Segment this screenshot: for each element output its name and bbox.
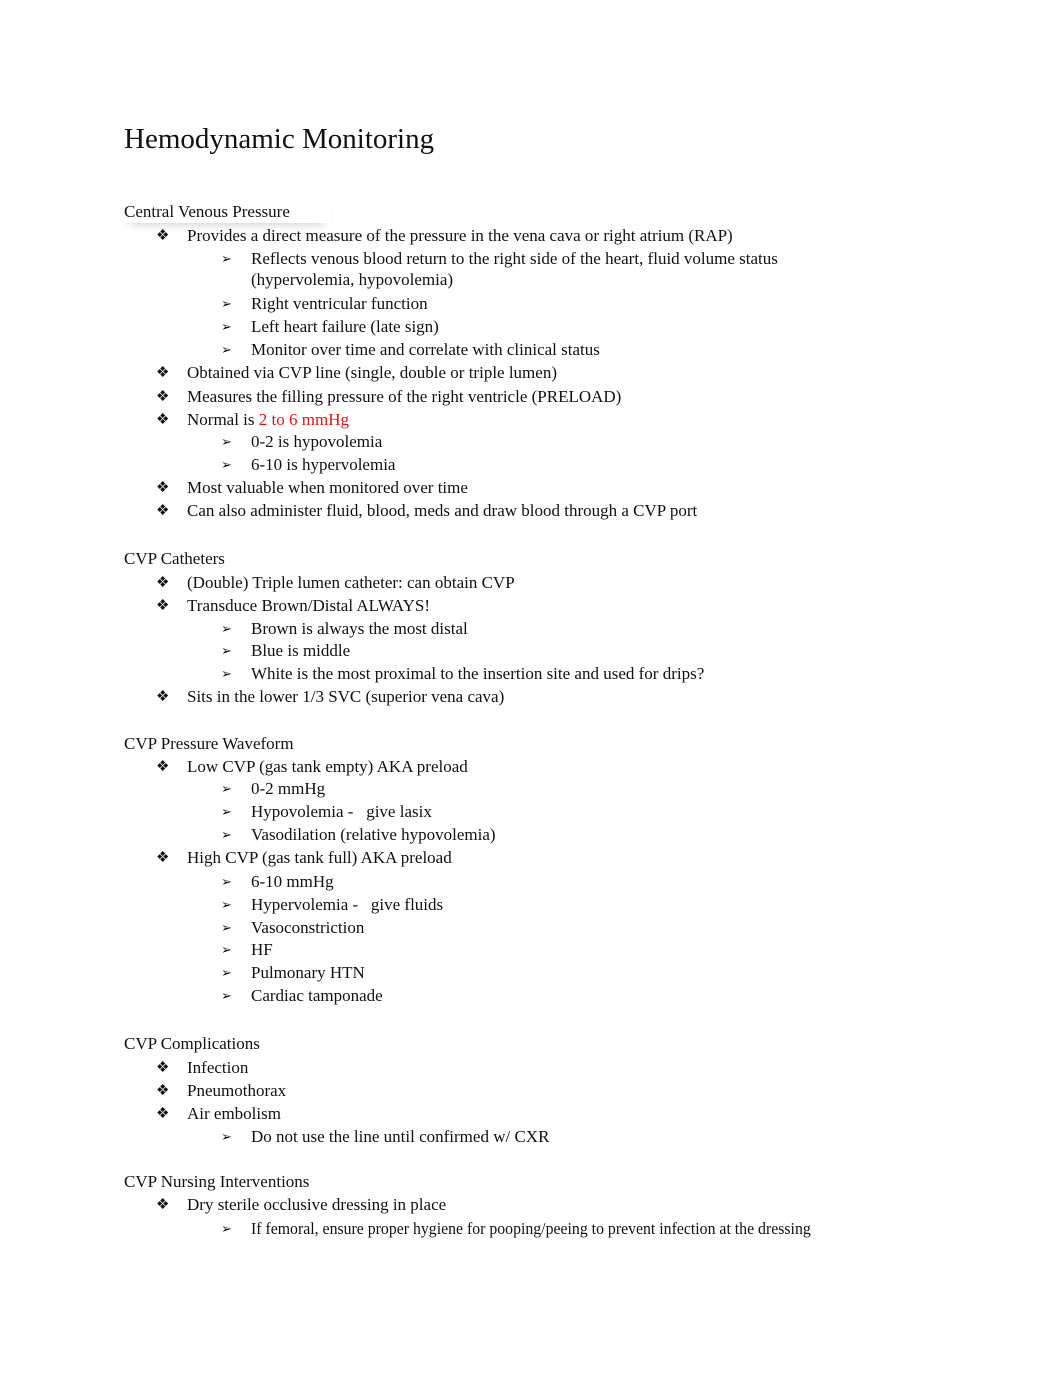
arrow-bullet-icon: ➢ (221, 920, 232, 935)
arrow-bullet-icon: ➢ (221, 897, 232, 912)
list-item: Infection (187, 1058, 249, 1077)
sub-list-item: Left heart failure (late sign) (251, 317, 439, 336)
document-title: Hemodynamic Monitoring (124, 123, 435, 155)
arrow-bullet-icon: ➢ (221, 342, 232, 357)
arrow-bullet-icon: ➢ (221, 251, 232, 266)
sub-list-item: Blue is middle (251, 641, 351, 660)
normal-range-value: 2 to 6 mmHg (258, 410, 349, 429)
sub-list-item: Cardiac tamponade (251, 986, 383, 1005)
diamond-bullet-icon: ❖ (156, 850, 170, 866)
list-item: High CVP (gas tank full) AKA preload (187, 848, 452, 867)
section-heading-catheters: CVP Catheters (124, 549, 225, 568)
sub-list-item: Do not use the line until confirmed w/ C… (251, 1127, 550, 1146)
list-item: Dry sterile occlusive dressing in place (187, 1195, 447, 1214)
arrow-bullet-icon: ➢ (221, 988, 232, 1003)
arrow-bullet-icon: ➢ (221, 621, 232, 636)
sub-list-item: 0-2 mmHg (251, 779, 326, 798)
diamond-bullet-icon: ❖ (156, 503, 170, 519)
sub-list-item: 6-10 mmHg (251, 872, 334, 891)
diamond-bullet-icon: ❖ (156, 575, 170, 591)
arrow-bullet-icon: ➢ (221, 434, 232, 449)
sub-list-item: Pulmonary HTN (251, 963, 365, 982)
list-item: Sits in the lower 1/3 SVC (superior vena… (187, 687, 505, 706)
sub-list-item: HF (251, 940, 273, 959)
diamond-bullet-icon: ❖ (156, 598, 170, 614)
list-item: (Double) Triple lumen catheter: can obta… (187, 573, 515, 592)
arrow-bullet-icon: ➢ (221, 804, 232, 819)
arrow-bullet-icon: ➢ (221, 1221, 232, 1236)
diamond-bullet-icon: ❖ (156, 228, 170, 244)
diamond-bullet-icon: ❖ (156, 389, 170, 405)
arrow-bullet-icon: ➢ (221, 296, 232, 311)
list-item: Transduce Brown/Distal ALWAYS! (187, 596, 431, 615)
diamond-bullet-icon: ❖ (156, 1083, 170, 1099)
list-item: Air embolism (187, 1104, 281, 1123)
diamond-bullet-icon: ❖ (156, 1060, 170, 1076)
list-item-normal-range: Normal is 2 to 6 mmHg (187, 409, 349, 431)
section-heading-cvp: Central Venous Pressure (124, 201, 330, 223)
arrow-bullet-icon: ➢ (221, 319, 232, 334)
arrow-bullet-icon: ➢ (221, 457, 232, 472)
arrow-bullet-icon: ➢ (221, 874, 232, 889)
list-item: Provides a direct measure of the pressur… (187, 226, 733, 245)
arrow-bullet-icon: ➢ (221, 643, 232, 658)
diamond-bullet-icon: ❖ (156, 1106, 170, 1122)
arrow-bullet-icon: ➢ (221, 827, 232, 842)
document-page: Hemodynamic Monitoring Central Venous Pr… (0, 0, 1062, 1377)
normal-range-label: Normal is (187, 410, 259, 429)
sub-list-item: White is the most proximal to the insert… (251, 664, 705, 683)
arrow-bullet-icon: ➢ (221, 965, 232, 980)
list-item: Obtained via CVP line (single, double or… (187, 363, 557, 382)
sub-list-item: Hypervolemia - give fluids (251, 895, 444, 914)
diamond-bullet-icon: ❖ (156, 480, 170, 496)
sub-list-item: Brown is always the most distal (251, 619, 468, 638)
sub-list-item: Monitor over time and correlate with cli… (251, 340, 600, 359)
list-item: Measures the filling pressure of the rig… (187, 387, 622, 406)
list-item: Pneumothorax (187, 1081, 287, 1100)
diamond-bullet-icon: ❖ (156, 412, 170, 428)
list-item: Most valuable when monitored over time (187, 478, 468, 497)
sub-list-item: Vasodilation (relative hypovolemia) (251, 825, 496, 844)
sub-list-item-text: If femoral, ensure proper hygiene for po… (251, 1219, 811, 1238)
arrow-bullet-icon: ➢ (221, 1129, 232, 1144)
list-item: Low CVP (gas tank empty) AKA preload (187, 757, 468, 776)
diamond-bullet-icon: ❖ (156, 1197, 170, 1213)
arrow-bullet-icon: ➢ (221, 781, 232, 796)
arrow-bullet-icon: ➢ (221, 666, 232, 681)
section-heading-complications: CVP Complications (124, 1034, 260, 1053)
arrow-bullet-icon: ➢ (221, 942, 232, 957)
sub-list-item: 0-2 is hypovolemia (251, 432, 383, 451)
sub-list-item: Vasoconstriction (251, 918, 365, 937)
diamond-bullet-icon: ❖ (156, 365, 170, 381)
section-heading-waveform: CVP Pressure Waveform (124, 734, 294, 753)
sub-list-item: Hypovolemia - give lasix (251, 802, 432, 821)
sub-list-item-continuation: (hypervolemia, hypovolemia) (251, 270, 454, 289)
section-heading-nursing: CVP Nursing Interventions (124, 1172, 310, 1191)
sub-list-item: If femoral, ensure proper hygiene for po… (251, 1218, 853, 1240)
diamond-bullet-icon: ❖ (156, 689, 170, 705)
diamond-bullet-icon: ❖ (156, 759, 170, 775)
sub-list-item: 6-10 is hypervolemia (251, 455, 396, 474)
list-item: Can also administer fluid, blood, meds a… (187, 501, 698, 520)
sub-list-item: Reflects venous blood return to the righ… (251, 249, 778, 268)
sub-list-item: Right ventricular function (251, 294, 428, 313)
